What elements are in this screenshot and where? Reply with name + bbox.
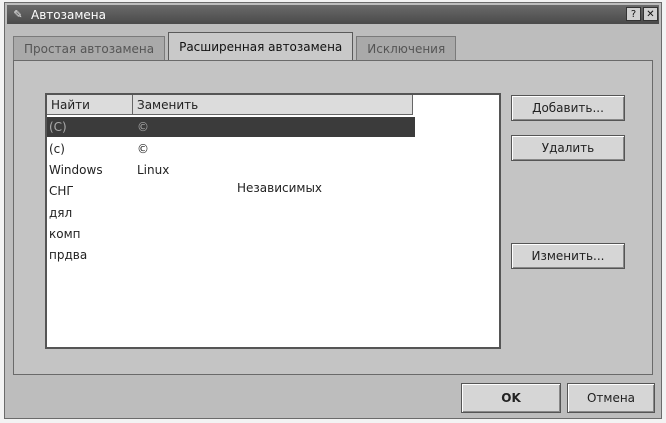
delete-button[interactable]: Удалить (511, 135, 625, 161)
close-icon[interactable]: ✕ (643, 7, 658, 21)
tab-strip: Простая автозамена Расширенная автозамен… (13, 31, 459, 61)
list-item[interactable]: дял (47, 203, 415, 223)
edit-button[interactable]: Изменить... (511, 243, 625, 269)
list-header: Найти Заменить (47, 95, 499, 115)
list-item[interactable]: СНГ (47, 181, 415, 201)
find-cell: комп (49, 227, 81, 241)
find-cell: прдва (49, 248, 88, 262)
find-cell: (C) (49, 120, 67, 134)
ok-button[interactable]: OK (461, 383, 561, 413)
find-cell: Windows (49, 163, 103, 177)
tab-exceptions[interactable]: Исключения (356, 36, 457, 61)
autocorrect-dialog: ✎ Автозамена ? ✕ Простая автозамена Расш… (4, 2, 662, 419)
replace-cell: © (137, 120, 149, 134)
list-item[interactable]: (C) © (47, 117, 415, 137)
find-cell: СНГ (49, 184, 74, 198)
column-replace[interactable]: Заменить (133, 95, 413, 115)
replace-cell: Linux (137, 163, 170, 177)
tab-simple-autocorrect[interactable]: Простая автозамена (13, 36, 166, 61)
list-item[interactable]: (c) © (47, 139, 415, 159)
list-item[interactable]: Windows Linux (47, 160, 415, 180)
find-cell: дял (49, 206, 73, 220)
column-find[interactable]: Найти (47, 95, 133, 115)
cancel-button[interactable]: Отмена (567, 383, 655, 413)
replacement-overflow-text: Независимых (237, 181, 323, 195)
list-item[interactable]: комп (47, 224, 415, 244)
window-title: Автозамена (31, 7, 106, 22)
help-icon[interactable]: ? (626, 7, 641, 21)
title-bar[interactable]: ✎ Автозамена ? ✕ (7, 5, 659, 24)
replacement-list[interactable]: Найти Заменить (C) © (c) © Windows Linux… (45, 93, 501, 349)
find-cell: (c) (49, 142, 65, 156)
add-button[interactable]: Добавить... (511, 95, 625, 121)
replace-cell: © (137, 142, 149, 156)
list-item[interactable]: прдва (47, 245, 415, 265)
autocorrect-icon: ✎ (13, 8, 23, 21)
tab-extended-autocorrect[interactable]: Расширенная автозамена (168, 32, 354, 61)
